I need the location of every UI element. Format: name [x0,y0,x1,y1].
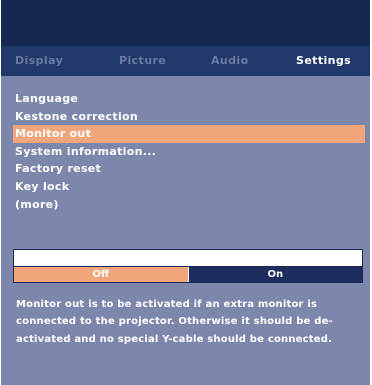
tab-display[interactable]: Display [15,54,63,67]
value-bar [13,249,363,267]
menu-item-factory-reset[interactable]: Factory reset [13,160,365,178]
tab-picture[interactable]: Picture [119,54,166,67]
projector-osd-screen: Display Picture Audio Settings Language … [0,0,372,385]
menu-item-key-lock[interactable]: Key lock [13,178,365,196]
menu-item-system-information[interactable]: System information... [13,143,365,161]
tab-audio[interactable]: Audio [211,54,249,67]
menu-item-language[interactable]: Language [13,90,365,108]
toggle-off-option[interactable]: Off [14,267,188,282]
header-band [1,0,370,46]
toggle-on-option[interactable]: On [187,267,362,282]
tab-settings[interactable]: Settings [296,54,351,67]
tab-bar: Display Picture Audio Settings [1,46,370,76]
menu-item-more[interactable]: (more) [13,196,365,214]
help-description: Monitor out is to be activated if an ext… [16,299,333,345]
menu-item-keystone-correction[interactable]: Kestone correction [13,108,365,126]
monitor-out-toggle: Off On [13,266,363,283]
menu-item-monitor-out[interactable]: Monitor out [13,125,365,143]
settings-menu: Language Kestone correction Monitor out … [13,90,365,213]
